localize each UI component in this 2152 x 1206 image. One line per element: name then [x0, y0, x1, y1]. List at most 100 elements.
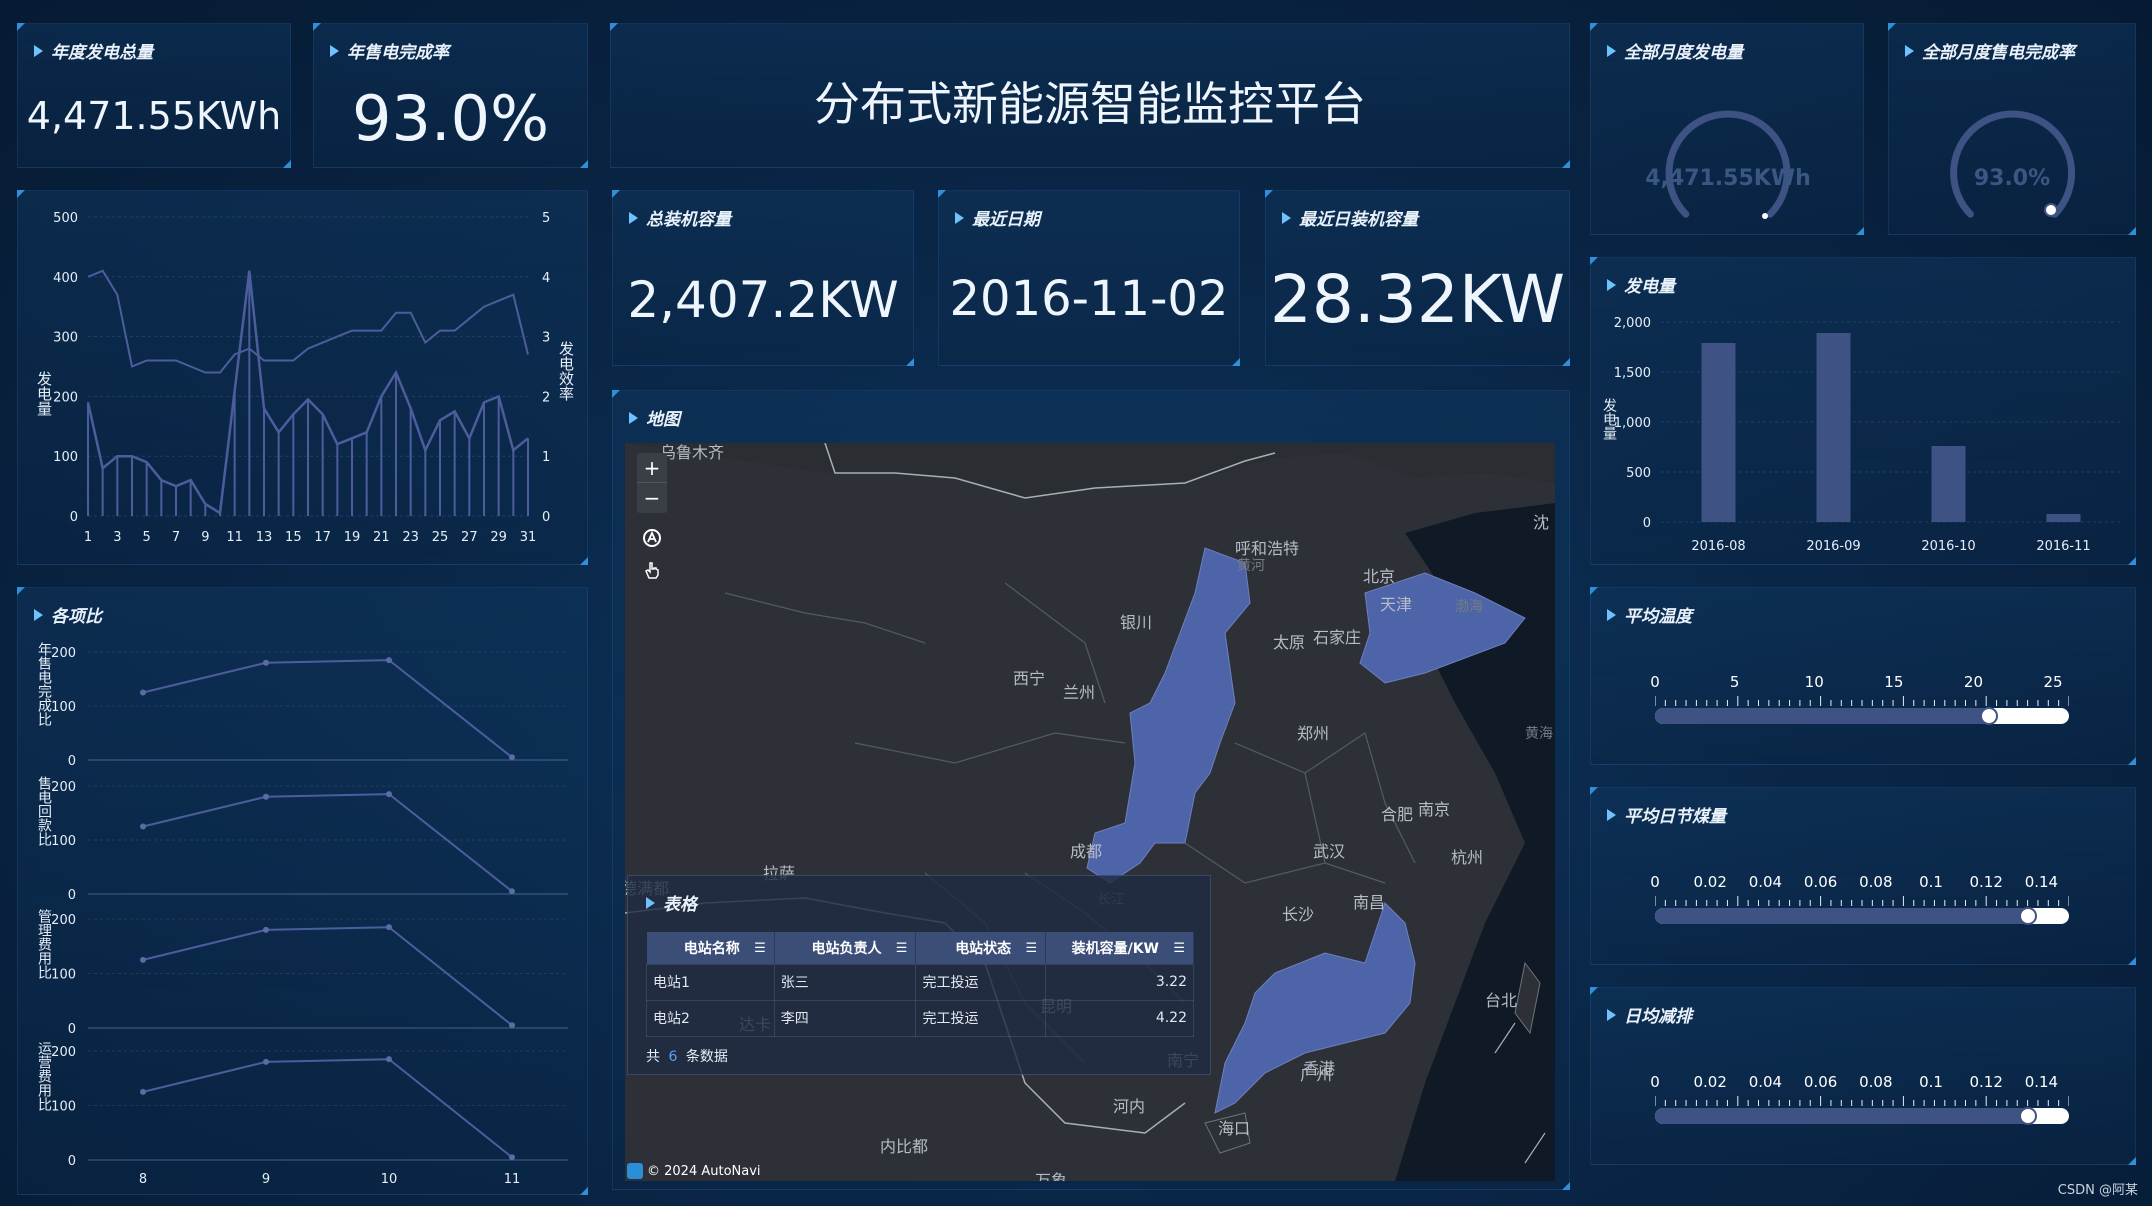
sort-icon[interactable]: ☰ — [1026, 941, 1038, 956]
x-tick-label: 9 — [262, 1172, 270, 1187]
sort-icon[interactable]: ☰ — [754, 941, 766, 956]
latest-date-title: 最近日期 — [955, 205, 1040, 230]
map-city-label: 石家庄 — [1313, 628, 1362, 647]
slider-tick-label: 0 — [1650, 1073, 1660, 1091]
station-table: 电站名称 ☰ 电站负责人 ☰ 电站状态 ☰ 装机容量/KW ☰ 电站1 张三 完工投运 … — [646, 932, 1194, 1037]
hand-icon — [645, 562, 659, 579]
series-label: 年售电完成比 — [36, 642, 52, 726]
y2-tick-label: 3 — [542, 331, 550, 346]
sort-icon[interactable]: ☰ — [896, 941, 908, 956]
slider-panel: 平均温度 0 5 10 15 20 25 — [1590, 587, 2136, 765]
rotate-tool-button[interactable] — [637, 523, 667, 553]
gauge-track — [1950, 110, 2076, 218]
slider-tick-label: 10 — [1804, 673, 1824, 691]
slider-track[interactable] — [1655, 707, 2069, 725]
slider-panel: 日均减排 0 0.02 0.04 0.06 0.08 0.1 0.12 0.14 — [1590, 987, 2136, 1165]
total-capacity-card: 总装机容量 2,407.2KW — [612, 190, 914, 366]
column-header[interactable]: 电站负责人 ☰ — [774, 932, 917, 964]
series-label: 运营费用比 — [36, 1041, 52, 1111]
column-header-label: 装机容量/KW — [1071, 940, 1159, 957]
slider-tick-label: 0.14 — [2024, 873, 2059, 891]
gauge-value-text: 93.0% — [1974, 166, 2050, 191]
column-header-label: 电站状态 — [955, 940, 1012, 957]
latest-date-value: 2016-11-02 — [949, 271, 1229, 327]
ratios-chart: 2001000年售电完成比2001000售电回款比2001000管理费用比200… — [36, 642, 568, 1187]
slider-track[interactable] — [1655, 1107, 2069, 1125]
y-tick-label: 200 — [51, 1045, 76, 1060]
map-city-label: 乌鲁木齐 — [660, 443, 725, 462]
map-city-label: 杭州 — [1451, 848, 1484, 867]
slider-handle[interactable] — [2018, 1107, 2037, 1125]
watermark: CSDN @阿某 — [2057, 1183, 2138, 1198]
slider-track[interactable] — [1655, 907, 2069, 925]
latest-date-label: 最近日期 — [972, 210, 1040, 230]
table-row[interactable]: 电站2 李四 完工投运 4.22 — [646, 999, 1194, 1037]
series-label: 管理费用比 — [36, 909, 52, 979]
column-header[interactable]: 电站名称 ☰ — [646, 932, 775, 964]
slider-title: 平均日节煤量 — [1607, 802, 1726, 827]
y-tick-label: 500 — [53, 211, 78, 226]
x-tick-label: 5 — [143, 530, 151, 545]
caret-icon — [1282, 211, 1291, 224]
slider-handle[interactable] — [1980, 707, 1999, 725]
x-tick-label: 2016-09 — [1806, 539, 1860, 554]
generation-bar-panel: 发电量 发电量 2,000 1,500 1,000 500 0 2016-08 2016-0… — [1590, 257, 2136, 565]
amap-logo-icon — [627, 1163, 643, 1179]
y-axis-label-right: 发电效率 — [557, 341, 575, 401]
monthly-sales-rate-gauge: 93.0% — [1950, 110, 2076, 218]
gauge-end-dot — [1762, 213, 1768, 219]
pan-tool-button[interactable] — [637, 555, 667, 585]
slider-tick-label: 25 — [2043, 673, 2063, 691]
ratios-panel: 各项比 200 100 0 年售电完成比 200 100 0 售电回款比 200 100 0 管理费用… — [17, 587, 588, 1195]
map-city-label: 海口 — [1218, 1119, 1251, 1138]
map-city-label: 郑州 — [1297, 724, 1330, 743]
x-tick-label: 11 — [226, 530, 243, 545]
slider-title: 平均温度 — [1607, 602, 1692, 627]
y-tick-label: 2,000 — [1614, 316, 1651, 331]
total-capacity-title: 总装机容量 — [629, 205, 731, 230]
slider-label: 平均温度 — [1624, 607, 1692, 627]
caret-icon — [955, 211, 964, 224]
x-tick-label: 8 — [139, 1172, 147, 1187]
map-city-label: 天津 — [1380, 595, 1413, 614]
column-header[interactable]: 电站状态 ☰ — [915, 932, 1047, 964]
slider-tick-label: 0.12 — [1969, 873, 2003, 891]
y-tick-label: 0 — [68, 1022, 76, 1037]
slider-handle[interactable] — [2018, 907, 2037, 925]
generation-bar-chart: 发电量 2,0001,5001,00050002016-08 2016-09 201… — [1601, 316, 2121, 554]
annual-generation-card: 年度发电总量 4,471.55KWh — [17, 23, 291, 168]
y-tick-label: 200 — [53, 390, 78, 405]
generation-bar — [1816, 333, 1851, 522]
slider-tick-label: 0.08 — [1859, 1073, 1893, 1091]
table-cell: 电站2 — [646, 999, 775, 1037]
x-tick-label: 11 — [504, 1172, 521, 1187]
ratio-point — [140, 689, 146, 696]
x-tick-label: 9 — [201, 530, 209, 545]
map-city-label: 黄海 — [1525, 726, 1553, 742]
column-header[interactable]: 装机容量/KW ☰ — [1045, 932, 1194, 964]
ratio-point — [263, 659, 269, 666]
x-tick-label: 29 — [490, 530, 507, 545]
caret-icon — [629, 411, 638, 424]
y-tick-label: 100 — [53, 450, 78, 465]
caret-icon — [34, 44, 43, 57]
sort-icon[interactable]: ☰ — [1173, 941, 1185, 956]
latest-date-card: 最近日期 2016-11-02 — [938, 190, 1240, 366]
zoom-out-button[interactable]: − — [637, 483, 667, 513]
caret-icon — [1607, 1008, 1616, 1021]
table-row[interactable]: 电站1 张三 完工投运 3.22 — [646, 963, 1194, 1001]
slider-tick-label: 5 — [1729, 673, 1740, 691]
y-tick-label: 100 — [51, 700, 76, 715]
page-title: 分布式新能源智能监控平台 — [814, 77, 1366, 131]
caret-icon — [1607, 808, 1616, 821]
zoom-in-button[interactable]: + — [637, 453, 667, 483]
map-city-label: 兰州 — [1063, 683, 1096, 702]
gauge-track — [1665, 110, 1791, 218]
x-tick-label: 10 — [381, 1172, 398, 1187]
y2-tick-label: 2 — [542, 390, 550, 405]
y2-tick-label: 5 — [542, 211, 550, 226]
map-attribution: © 2024 AutoNavi — [627, 1163, 761, 1179]
y-tick-label: 200 — [51, 646, 76, 661]
ratio-point — [509, 1154, 515, 1161]
monthly-generation-card: 全部月度发电量 4,471.55KWh — [1590, 23, 1864, 235]
